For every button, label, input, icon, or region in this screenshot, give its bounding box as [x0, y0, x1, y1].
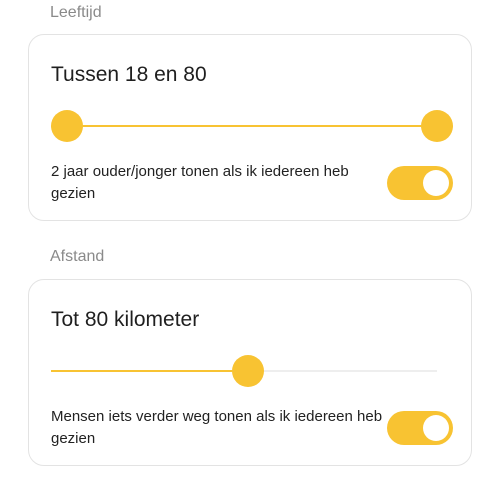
age-expand-toggle[interactable]: [387, 166, 453, 200]
distance-section-label: Afstand: [50, 248, 105, 265]
age-expand-row: 2 jaar ouder/jonger tonen als ik iederee…: [51, 161, 453, 205]
age-range-title: Tussen 18 en 80: [51, 63, 207, 86]
distance-thumb[interactable]: [232, 355, 265, 387]
age-expand-toggle-knob: [423, 170, 449, 196]
distance-expand-label: Mensen iets verder weg tonen als ik iede…: [51, 408, 383, 447]
age-section-label: Leeftijd: [50, 4, 102, 21]
distance-expand-toggle-knob: [423, 415, 449, 441]
distance-slider[interactable]: [51, 354, 453, 388]
age-max-thumb[interactable]: [421, 110, 453, 142]
distance-slider-track-fill: [51, 370, 249, 372]
age-min-thumb[interactable]: [51, 110, 83, 142]
age-card: Tussen 18 en 80 2 jaar ouder/jonger tone…: [28, 34, 472, 221]
age-expand-label: 2 jaar ouder/jonger tonen als ik iederee…: [51, 163, 349, 202]
distance-title: Tot 80 kilometer: [51, 308, 200, 331]
distance-expand-row: Mensen iets verder weg tonen als ik iede…: [51, 406, 453, 450]
distance-card: Tot 80 kilometer Mensen iets verder weg …: [28, 279, 472, 466]
age-slider-track-fill: [67, 125, 437, 127]
distance-expand-toggle[interactable]: [387, 411, 453, 445]
age-range-slider[interactable]: [51, 109, 453, 143]
